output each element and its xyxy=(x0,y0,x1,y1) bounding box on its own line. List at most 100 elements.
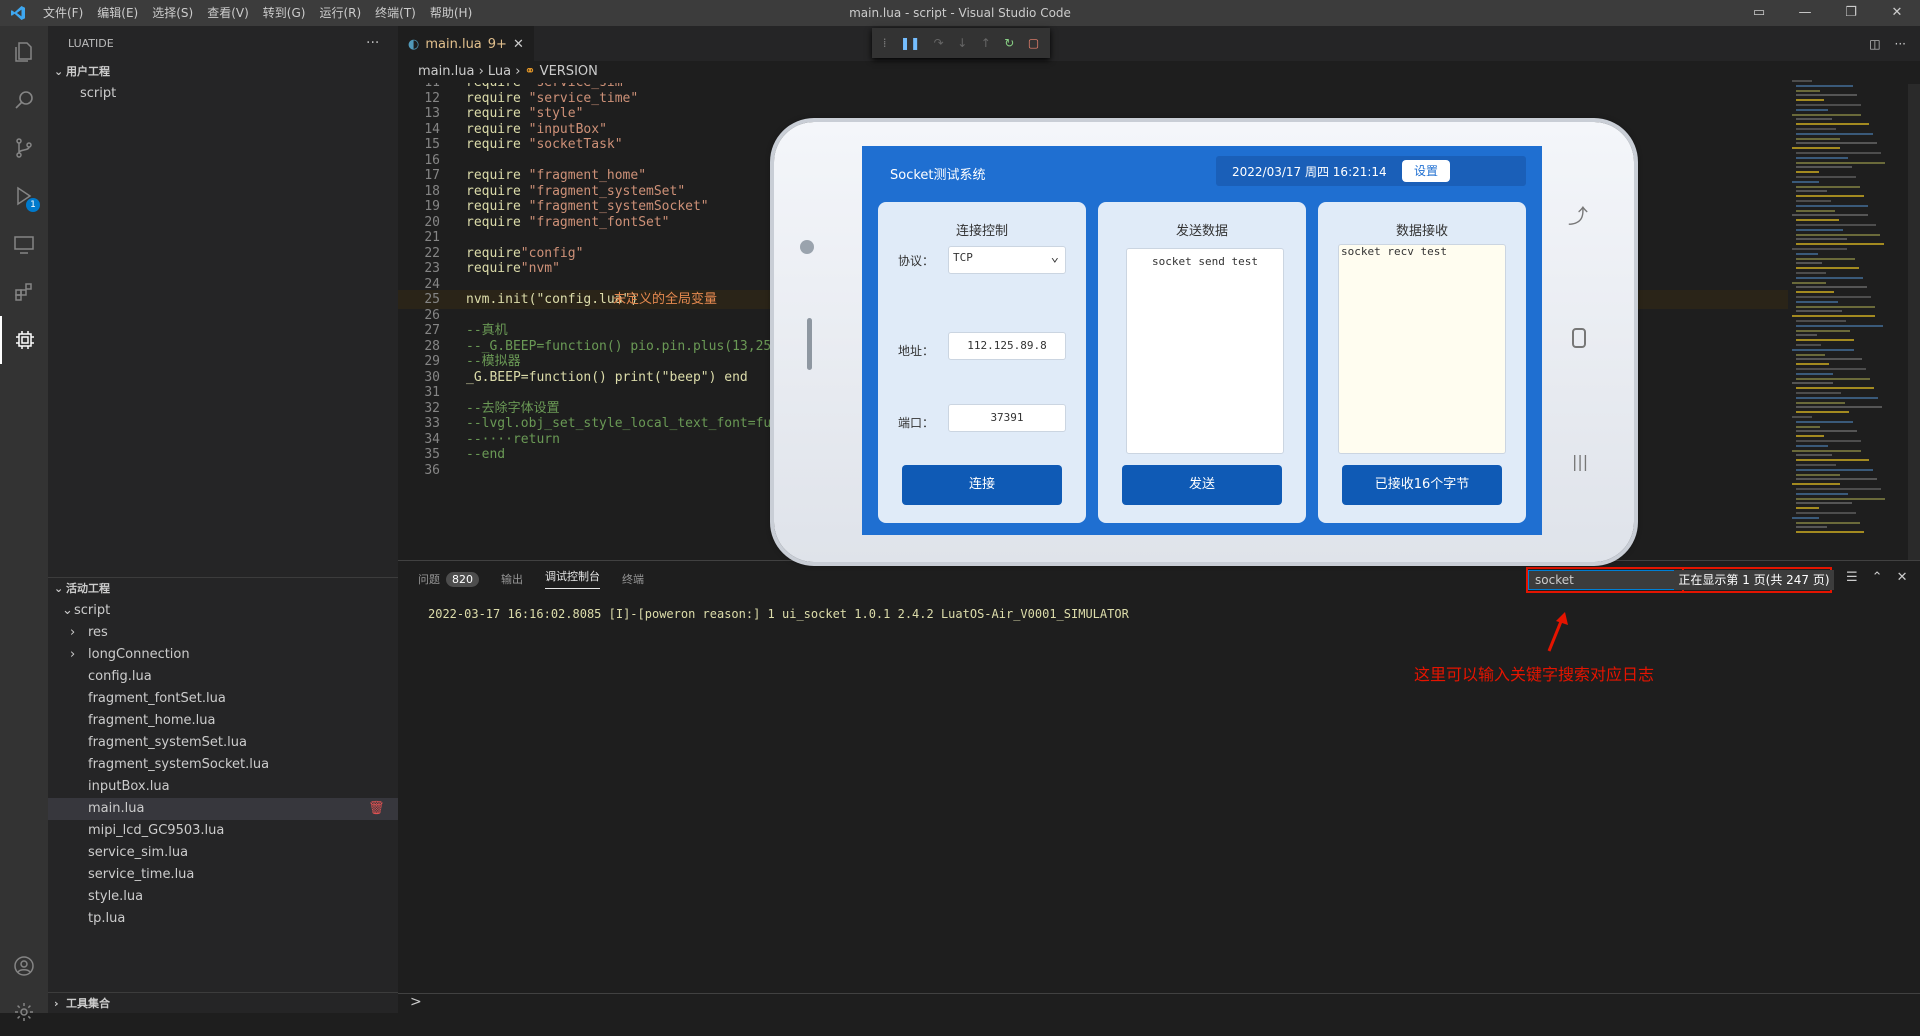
active-project-section[interactable]: ⌄ 活动工程 xyxy=(48,578,398,600)
minimap-stroke xyxy=(1796,324,1883,327)
tree-folder-res[interactable]: › res xyxy=(48,622,398,644)
back-nav-icon[interactable]: ⤴ xyxy=(1568,200,1588,229)
settings-button[interactable]: 设置 xyxy=(1402,160,1450,182)
tree-file[interactable]: fragment_systemSet.lua xyxy=(48,732,398,754)
step-into-icon[interactable]: ↓ xyxy=(957,36,967,50)
recents-nav-icon[interactable]: ||| xyxy=(1572,452,1588,471)
editor-scrollbar[interactable] xyxy=(1908,84,1920,560)
account-icon[interactable] xyxy=(0,942,48,990)
menu-help[interactable]: 帮助(H) xyxy=(423,0,479,26)
split-editor-icon[interactable]: ◫ xyxy=(1869,37,1880,51)
breadcrumb-file[interactable]: main.lua xyxy=(418,64,474,79)
tree-file[interactable]: style.lua xyxy=(48,886,398,908)
step-over-icon[interactable]: ↷ xyxy=(934,36,944,50)
minimap-stroke xyxy=(1796,219,1839,222)
tree-file[interactable]: inputBox.lua xyxy=(48,776,398,798)
restart-icon[interactable]: ↻ xyxy=(1004,36,1014,50)
search-icon[interactable] xyxy=(0,76,48,124)
port-input[interactable]: 37391 xyxy=(948,404,1066,432)
breadcrumb-symbol[interactable]: VERSION xyxy=(540,64,598,79)
explorer-icon[interactable] xyxy=(0,28,48,76)
address-input[interactable]: 112.125.89.8 xyxy=(948,332,1066,360)
pause-icon[interactable]: ❚❚ xyxy=(900,36,920,50)
trash-icon[interactable]: 🗑 xyxy=(368,798,385,820)
tools-section[interactable]: › 工具集合 xyxy=(48,992,398,1014)
log-line: 2022-03-17 16:16:02.8085 [I]-[poweron re… xyxy=(428,607,1129,621)
send-button[interactable]: 发送 xyxy=(1122,465,1282,505)
luatide-chip-icon[interactable] xyxy=(0,316,48,364)
minimap-stroke xyxy=(1796,171,1819,174)
menu-view[interactable]: 查看(V) xyxy=(200,0,256,26)
protocol-select[interactable]: TCP ⌄ xyxy=(948,246,1066,274)
menu-terminal[interactable]: 终端(T) xyxy=(368,0,423,26)
menu-go[interactable]: 转到(G) xyxy=(256,0,313,26)
minimap[interactable] xyxy=(1792,80,1908,560)
minimap-stroke xyxy=(1796,257,1855,260)
remote-explorer-icon[interactable] xyxy=(0,220,48,268)
minimap-stroke xyxy=(1796,478,1877,481)
protocol-label: 协议： xyxy=(898,254,935,268)
received-bytes-button[interactable]: 已接收16个字节 xyxy=(1342,465,1502,505)
menu-selection[interactable]: 选择(S) xyxy=(145,0,200,26)
tab-main-lua[interactable]: ◐ main.lua 9+ ✕ xyxy=(398,26,534,61)
tree-file[interactable]: fragment_home.lua xyxy=(48,710,398,732)
drag-handle-icon[interactable]: ⁞ xyxy=(883,36,887,50)
close-window-button[interactable]: ✕ xyxy=(1874,0,1920,26)
minimap-stroke xyxy=(1796,406,1882,409)
console-input[interactable]: > xyxy=(398,993,1920,1014)
clear-console-icon[interactable]: ☰ xyxy=(1846,570,1858,585)
tree-file[interactable]: fragment_fontSet.lua xyxy=(48,688,398,710)
tree-file[interactable]: fragment_systemSocket.lua xyxy=(48,754,398,776)
home-nav-icon[interactable] xyxy=(1572,328,1586,348)
minimap-stroke xyxy=(1796,430,1857,433)
menu-run[interactable]: 运行(R) xyxy=(312,0,368,26)
close-tab-icon[interactable]: ✕ xyxy=(513,37,524,52)
step-out-icon[interactable]: ↑ xyxy=(981,36,991,50)
sidebar: LUATIDE ··· ⌄ 用户工程 script ⌄ 活动工程 ⌄script ›… xyxy=(48,26,398,1013)
layout-icon[interactable]: ▭ xyxy=(1736,0,1782,26)
tree-root-script[interactable]: ⌄script xyxy=(48,600,398,622)
breadcrumb-lang[interactable]: Lua xyxy=(488,64,511,79)
minimap-stroke xyxy=(1792,315,1875,318)
minimap-stroke xyxy=(1796,228,1843,231)
tree-file[interactable]: mipi_lcd_GC9503.lua xyxy=(48,820,398,842)
annotation-text: 这里可以输入关键字搜索对应日志 xyxy=(1414,665,1655,684)
minimap-stroke xyxy=(1792,416,1812,418)
chevron-down-icon: ⌄ xyxy=(1050,249,1059,265)
menu-edit[interactable]: 编辑(E) xyxy=(90,0,145,26)
more-actions-icon[interactable]: ··· xyxy=(366,26,379,61)
minimap-stroke xyxy=(1796,252,1818,255)
connect-button[interactable]: 连接 xyxy=(902,465,1062,505)
tree-item-script-user[interactable]: script xyxy=(48,83,398,105)
run-debug-icon[interactable]: 1 xyxy=(0,172,48,220)
source-control-icon[interactable] xyxy=(0,124,48,172)
problems-count-badge: 820 xyxy=(446,571,479,587)
minimap-stroke xyxy=(1796,185,1860,188)
send-textarea[interactable]: socket send test xyxy=(1126,248,1284,454)
sidebar-title: LUATIDE ··· xyxy=(48,26,398,61)
tree-file[interactable]: tp.lua xyxy=(48,908,398,930)
menu-file[interactable]: 文件(F) xyxy=(36,0,90,26)
editor-more-icon[interactable]: ··· xyxy=(1895,37,1906,51)
tab-terminal[interactable]: 终端 xyxy=(622,571,644,587)
recv-textarea: socket recv test xyxy=(1338,244,1506,454)
maximize-panel-icon[interactable]: ⌃ xyxy=(1872,570,1883,585)
tab-problems[interactable]: 问题 820 xyxy=(418,571,479,587)
highlight-box xyxy=(1526,567,1684,593)
extensions-icon[interactable] xyxy=(0,268,48,316)
tree-file[interactable]: service_sim.lua xyxy=(48,842,398,864)
tab-debug-console[interactable]: 调试控制台 xyxy=(545,568,600,589)
tree-file-selected[interactable]: main.lua 🗑 xyxy=(48,798,398,820)
side-button xyxy=(807,318,812,370)
close-panel-icon[interactable]: ✕ xyxy=(1897,570,1908,585)
tree-file[interactable]: config.lua xyxy=(48,666,398,688)
restore-button[interactable]: ❐ xyxy=(1828,0,1874,26)
tree-file[interactable]: service_time.lua xyxy=(48,864,398,886)
gear-icon[interactable] xyxy=(0,988,48,1036)
minimize-button[interactable]: — xyxy=(1782,0,1828,26)
user-project-section[interactable]: ⌄ 用户工程 xyxy=(48,61,398,83)
tab-output[interactable]: 输出 xyxy=(501,571,523,587)
tree-folder-longconnection[interactable]: › longConnection xyxy=(48,644,398,666)
menu-bar: 文件(F) 编辑(E) 选择(S) 查看(V) 转到(G) 运行(R) 终端(T… xyxy=(36,0,479,26)
stop-icon[interactable]: ▢ xyxy=(1028,36,1039,50)
